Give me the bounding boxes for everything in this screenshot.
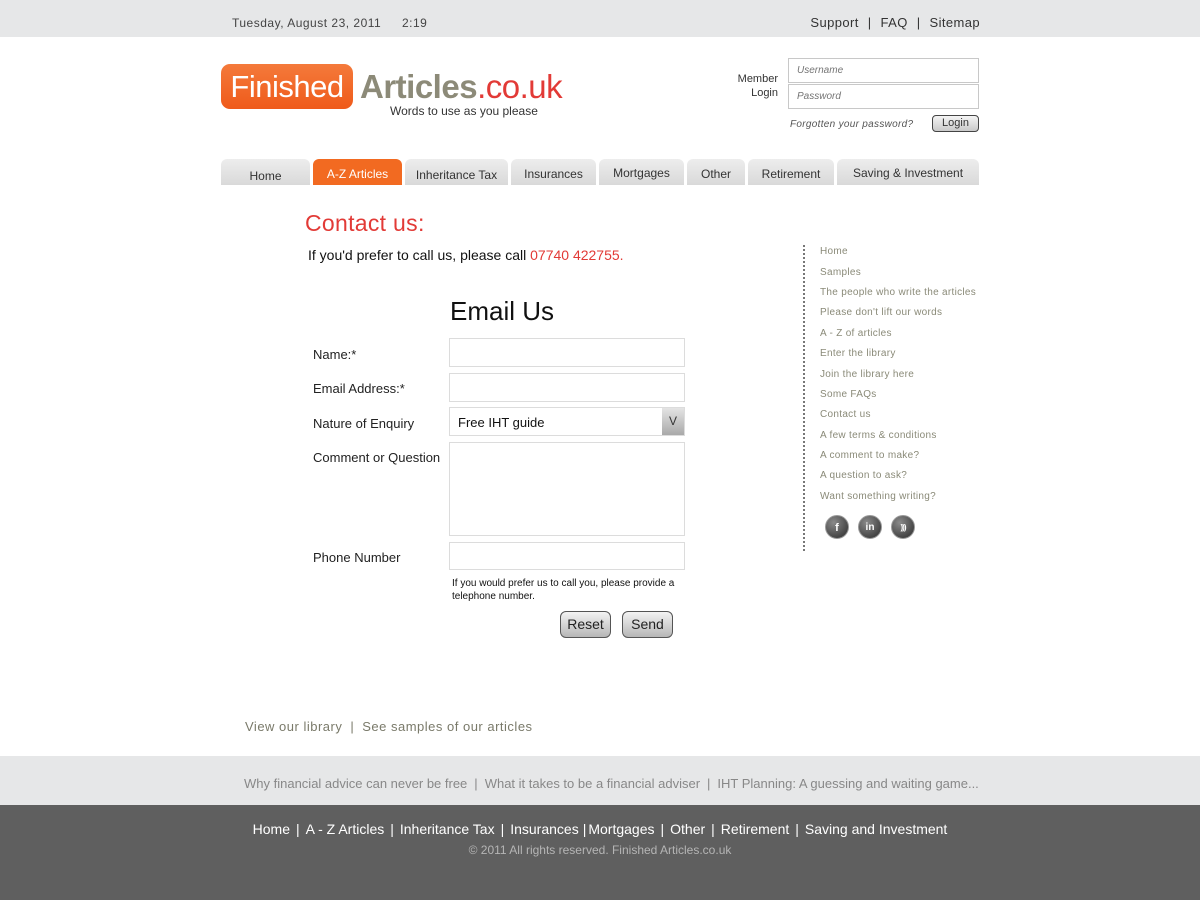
email-label: Email Address:* (313, 381, 405, 396)
sidebar-item-join-library[interactable]: Join the library here (820, 369, 914, 380)
call-us-text: If you'd prefer to call us, please call (308, 247, 531, 263)
divider: | (296, 821, 300, 837)
sidebar-item-a-z[interactable]: A - Z of articles (820, 328, 892, 339)
featured-articles-bar: Why financial advice can never be free | W… (0, 756, 1200, 805)
page-title: Contact us: (305, 210, 425, 236)
divider: | (660, 821, 665, 837)
sidebar-item-home[interactable]: Home (820, 246, 848, 257)
member-label-line1: Member (737, 73, 778, 85)
login-button[interactable]: Login (932, 115, 979, 132)
email-us-heading: Email Us (450, 296, 555, 326)
divider: | (390, 821, 394, 837)
tab-inheritance-tax[interactable]: Inheritance Tax (405, 159, 508, 185)
divider: | (350, 719, 355, 734)
footer-link-inheritance-tax[interactable]: Inheritance Tax (400, 821, 495, 837)
tab-home[interactable]: Home (221, 159, 310, 185)
sidebar-nav: Home Samples The people who write the ar… (803, 245, 983, 551)
sidebar-item-contact[interactable]: Contact us (820, 409, 871, 420)
call-us-line: If you'd prefer to call us, please call … (308, 247, 624, 263)
footer: Home | A - Z Articles | Inheritance Tax | Insu… (0, 805, 1200, 900)
article-link[interactable]: Why financial advice can never be free (244, 776, 467, 791)
phone-number: 07740 422755. (530, 247, 624, 263)
comment-label: Comment or Question (313, 450, 441, 465)
send-button[interactable]: Send (622, 611, 673, 638)
tab-a-z-articles[interactable]: A-Z Articles (313, 159, 402, 185)
current-time: 2:19 (402, 16, 428, 30)
top-bar: Tuesday, August 23, 2011 2:19 Support | FA… (0, 0, 1200, 37)
sidebar-item-comment[interactable]: A comment to make? (820, 450, 919, 461)
email-field[interactable] (449, 373, 685, 402)
logo-tagline: Words to use as you please (390, 104, 538, 118)
tab-insurances[interactable]: Insurances (511, 159, 596, 185)
enquiry-selected-value: Free IHT guide (458, 415, 545, 430)
divider: | (711, 821, 715, 837)
footer-link-other[interactable]: Other (670, 821, 705, 837)
current-date: Tuesday, August 23, 2011 (232, 16, 382, 30)
sidebar-item-terms[interactable]: A few terms & conditions (820, 430, 937, 441)
username-input[interactable] (788, 58, 979, 83)
footer-nav: Home | A - Z Articles | Inheritance Tax | Insu… (0, 821, 1200, 837)
phone-hint: If you would prefer us to call you, plea… (452, 578, 675, 602)
divider: | (867, 15, 872, 30)
sidebar-item-enter-library[interactable]: Enter the library (820, 348, 896, 359)
tab-retirement[interactable]: Retirement (748, 159, 834, 185)
facebook-icon[interactable]: f (825, 515, 849, 539)
faq-link[interactable]: FAQ (881, 15, 908, 30)
password-input[interactable] (788, 84, 979, 109)
divider: | (474, 776, 478, 791)
phone-label: Phone Number (313, 550, 401, 565)
top-links: Support | FAQ | Sitemap (810, 15, 980, 30)
linkedin-icon[interactable]: in (858, 515, 882, 539)
logo-domain: .co.uk (477, 68, 563, 105)
sidebar-item-people[interactable]: The people who write the articles (820, 287, 976, 298)
dropdown-arrow-icon[interactable]: V (662, 408, 684, 435)
divider: | (582, 821, 587, 837)
enquiry-label: Nature of Enquiry (313, 416, 415, 431)
article-link[interactable]: IHT Planning: A guessing and waiting gam… (717, 776, 978, 791)
footer-link-home[interactable]: Home (253, 821, 290, 837)
comment-textarea[interactable] (449, 442, 685, 536)
tab-saving-investment[interactable]: Saving & Investment (837, 159, 979, 185)
member-login-label: Member Login (730, 72, 778, 100)
logo-articles: Articles.co.uk (360, 68, 563, 106)
sidebar-item-question[interactable]: A question to ask? (820, 470, 907, 481)
sidebar-item-writing[interactable]: Want something writing? (820, 491, 936, 502)
featured-articles: Why financial advice can never be free | W… (244, 776, 979, 791)
sitemap-link[interactable]: Sitemap (930, 15, 981, 30)
tab-other[interactable]: Other (687, 159, 745, 185)
logo-finished: Finished (221, 64, 353, 109)
sidebar-item-dont-lift[interactable]: Please don't lift our words (820, 307, 942, 318)
sidebar-item-samples[interactable]: Samples (820, 267, 861, 278)
footer-link-insurances[interactable]: Insurances (510, 821, 578, 837)
see-samples-link[interactable]: See samples of our articles (362, 719, 532, 734)
phone-field[interactable] (449, 542, 685, 570)
sidebar-item-faqs[interactable]: Some FAQs (820, 389, 877, 400)
view-library-link[interactable]: View our library (245, 719, 342, 734)
divider: | (707, 776, 711, 791)
member-label-line2: Login (751, 87, 778, 99)
reset-button[interactable]: Reset (560, 611, 611, 638)
main-nav: Home A-Z Articles Inheritance Tax Insura… (221, 159, 979, 186)
name-field[interactable] (449, 338, 685, 367)
footer-link-mortgages[interactable]: Mortgages (588, 821, 654, 837)
support-link[interactable]: Support (810, 15, 858, 30)
divider: | (500, 821, 505, 837)
copyright: © 2011 All rights reserved. Finished Art… (468, 843, 732, 857)
article-link[interactable]: What it takes to be a financial adviser (485, 776, 700, 791)
name-label: Name:* (313, 347, 357, 362)
logo-articles-word: Articles (360, 68, 478, 105)
divider: | (795, 821, 799, 837)
rss-icon[interactable]: ))) (891, 515, 915, 539)
footer-link-a-z[interactable]: A - Z Articles (306, 821, 385, 837)
footer-link-saving-investment[interactable]: Saving and Investment (805, 821, 947, 837)
footer-link-retirement[interactable]: Retirement (721, 821, 789, 837)
bottom-links: View our library | See samples of our arti… (245, 719, 533, 734)
enquiry-select[interactable]: Free IHT guide V (449, 407, 685, 436)
divider: | (916, 15, 921, 30)
tab-mortgages[interactable]: Mortgages (599, 159, 684, 185)
forgot-password-link[interactable]: Forgotten your password? (790, 119, 913, 130)
